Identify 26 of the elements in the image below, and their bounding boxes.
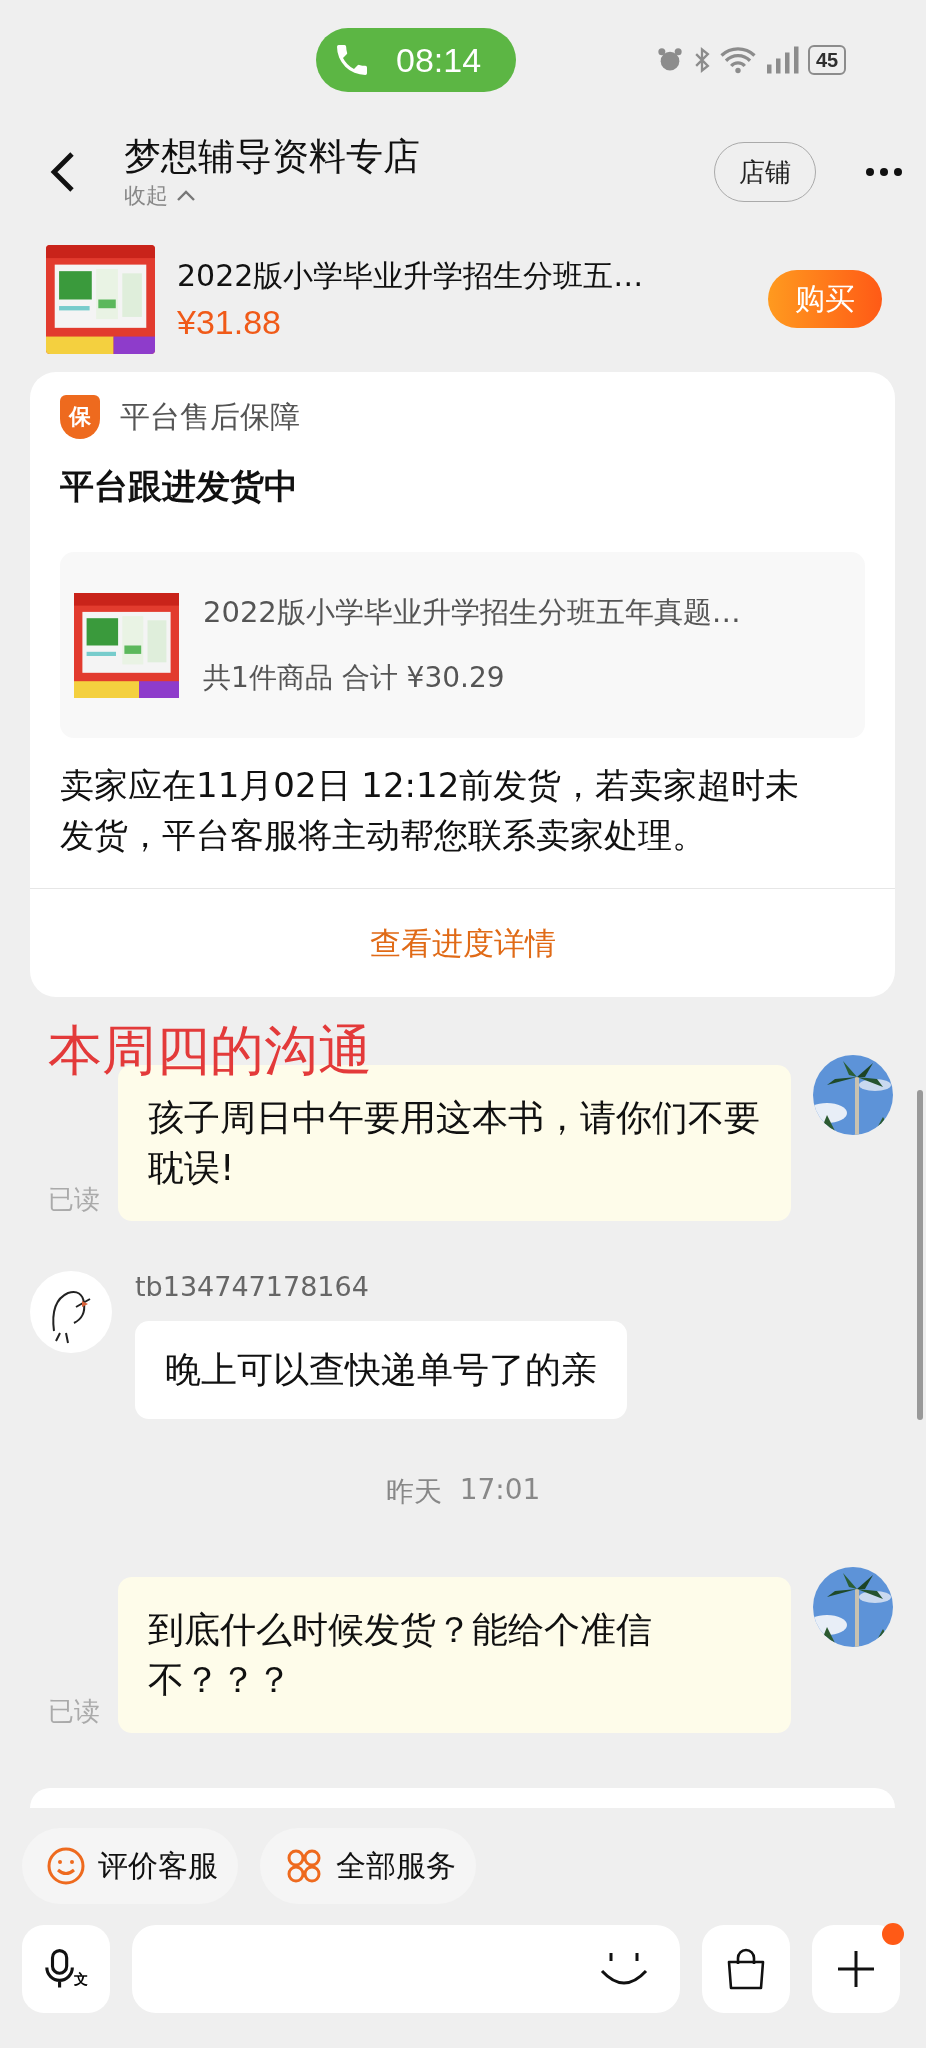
more-icon[interactable] xyxy=(864,166,904,178)
battery-icon: 45 xyxy=(808,45,847,75)
wifi-icon xyxy=(720,46,756,74)
smile-icon xyxy=(46,1846,86,1886)
notice-text: 卖家应在11月02日 12:12前发货，若卖家超时未发货，平台客服将主动帮您联系卖家处理。 xyxy=(59,764,801,857)
shop-title: 梦想辅导资料专店 xyxy=(124,134,421,180)
card-label: 平台售后保障 xyxy=(120,397,300,436)
voice-button[interactable]: 文 xyxy=(22,1925,110,2013)
read-receipt: 已读 xyxy=(48,1695,101,1728)
timestamp-day: 昨天 xyxy=(385,1473,442,1511)
message-bubble: 到底什么时候发货？能给个准信不？？？ xyxy=(118,1577,791,1733)
shield-badge: 保 xyxy=(60,395,100,439)
product-price: ¥31.88 xyxy=(177,303,282,342)
read-receipt: 已读 xyxy=(48,1183,101,1216)
item-title: 2022版小学毕业升学招生分班五年真题… xyxy=(203,594,741,631)
shopping-bag-button[interactable] xyxy=(702,1925,790,2013)
timestamp-time: 17:01 xyxy=(459,1473,541,1508)
message-bubble: 晚上可以查快递单号了的亲 xyxy=(135,1321,627,1419)
product-title: 2022版小学毕业升学招生分班五… xyxy=(177,257,645,295)
message-input[interactable] xyxy=(132,1925,680,2013)
card-heading: 平台跟进发货中 xyxy=(59,465,299,508)
item-summary: 共1件商品 合计 ¥30.29 xyxy=(203,660,506,696)
quick-action-button[interactable]: 评价客服 xyxy=(22,1828,238,1904)
signal-icon xyxy=(764,46,800,74)
sender-name: tb134747178164 xyxy=(135,1271,370,1304)
quick-action-button[interactable]: 全部服务 xyxy=(260,1828,476,1904)
